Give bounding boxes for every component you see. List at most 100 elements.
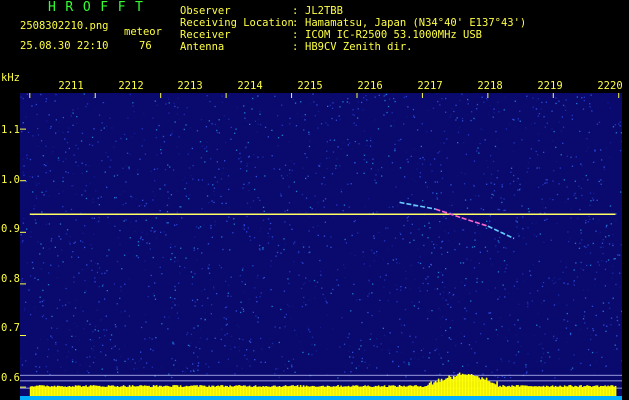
- noise-speck: [41, 191, 43, 193]
- noise-speck: [579, 329, 582, 331]
- noise-speck: [547, 351, 549, 354]
- noise-speck: [83, 93, 85, 95]
- noise-speck: [100, 196, 102, 198]
- noise-speck: [194, 236, 196, 238]
- noise-speck: [344, 277, 346, 279]
- signal-bar-column: [386, 387, 389, 396]
- noise-speck: [587, 221, 589, 223]
- noise-speck: [96, 309, 98, 311]
- noise-speck: [568, 241, 570, 243]
- noise-speck: [169, 246, 172, 249]
- noise-speck: [445, 268, 447, 270]
- noise-speck: [432, 107, 435, 109]
- signal-bar-column: [575, 386, 578, 396]
- noise-speck: [436, 348, 438, 350]
- signal-bar-column: [115, 386, 117, 396]
- noise-speck: [577, 217, 579, 219]
- noise-speck: [189, 345, 191, 347]
- noise-speck: [538, 113, 541, 115]
- noise-speck: [603, 168, 606, 170]
- noise-speck: [207, 267, 210, 270]
- noise-speck: [492, 160, 495, 163]
- noise-speck: [504, 296, 506, 298]
- noise-speck: [486, 160, 488, 162]
- noise-speck: [167, 222, 169, 224]
- signal-bar-column: [377, 385, 380, 396]
- noise-speck: [92, 201, 94, 203]
- noise-speck: [301, 115, 304, 117]
- noise-speck: [441, 177, 444, 179]
- antenna-colon: :: [292, 41, 299, 53]
- signal-bar-column: [161, 386, 164, 396]
- noise-speck: [498, 111, 500, 113]
- noise-speck: [130, 195, 132, 198]
- noise-speck: [522, 237, 525, 239]
- signal-bar-column: [44, 386, 47, 396]
- signal-bar-column: [208, 385, 210, 396]
- signal-bar-column: [454, 376, 456, 396]
- noise-speck: [574, 242, 577, 244]
- noise-speck: [374, 119, 376, 121]
- signal-bar-column: [518, 386, 521, 396]
- noise-speck: [412, 341, 414, 343]
- signal-bar-column: [59, 386, 62, 396]
- noise-speck: [517, 351, 520, 353]
- noise-speck: [294, 371, 296, 373]
- noise-speck: [521, 139, 523, 141]
- noise-speck: [613, 349, 615, 351]
- noise-speck: [612, 265, 614, 267]
- noise-speck: [428, 222, 430, 224]
- noise-speck: [587, 245, 589, 247]
- noise-speck: [201, 305, 203, 307]
- antenna-value: HB9CV Zenith dir.: [305, 41, 413, 53]
- noise-speck: [513, 250, 515, 253]
- noise-speck: [48, 272, 50, 274]
- noise-speck: [428, 310, 430, 312]
- noise-speck: [251, 108, 253, 110]
- noise-speck: [327, 124, 329, 126]
- noise-speck: [619, 121, 621, 123]
- noise-speck: [513, 194, 516, 196]
- noise-speck: [103, 127, 105, 129]
- noise-speck: [123, 254, 126, 256]
- noise-speck: [226, 306, 228, 308]
- signal-bar-column: [139, 385, 141, 396]
- noise-speck: [620, 132, 622, 134]
- noise-speck: [527, 353, 529, 355]
- noise-speck: [295, 125, 298, 127]
- noise-speck: [387, 300, 389, 302]
- noise-speck: [571, 165, 574, 167]
- signal-bar-column: [290, 385, 293, 396]
- noise-speck: [60, 249, 63, 251]
- noise-speck: [364, 206, 366, 208]
- noise-speck: [39, 296, 41, 298]
- noise-speck: [178, 282, 180, 284]
- noise-speck: [136, 367, 138, 370]
- noise-speck: [259, 244, 261, 247]
- noise-speck: [362, 251, 364, 253]
- signal-bar-column: [248, 385, 251, 396]
- noise-speck: [532, 97, 534, 99]
- noise-speck: [46, 371, 49, 373]
- noise-speck: [374, 179, 376, 181]
- noise-speck: [503, 260, 506, 262]
- noise-speck: [213, 187, 216, 189]
- signal-bar-column: [292, 385, 294, 396]
- noise-speck: [586, 264, 588, 267]
- noise-speck: [431, 310, 433, 312]
- noise-speck: [200, 119, 203, 121]
- signal-bar-column: [260, 386, 263, 396]
- noise-speck: [441, 97, 443, 100]
- signal-bar-column: [145, 385, 147, 396]
- noise-speck: [620, 244, 622, 246]
- noise-speck: [257, 197, 259, 199]
- noise-speck: [618, 123, 620, 125]
- noise-speck: [392, 361, 394, 363]
- noise-speck: [537, 154, 539, 156]
- noise-speck: [158, 124, 160, 127]
- noise-speck: [376, 367, 378, 369]
- noise-speck: [504, 271, 506, 273]
- noise-speck: [66, 229, 69, 231]
- noise-speck: [67, 131, 69, 133]
- signal-bar-column: [293, 386, 296, 396]
